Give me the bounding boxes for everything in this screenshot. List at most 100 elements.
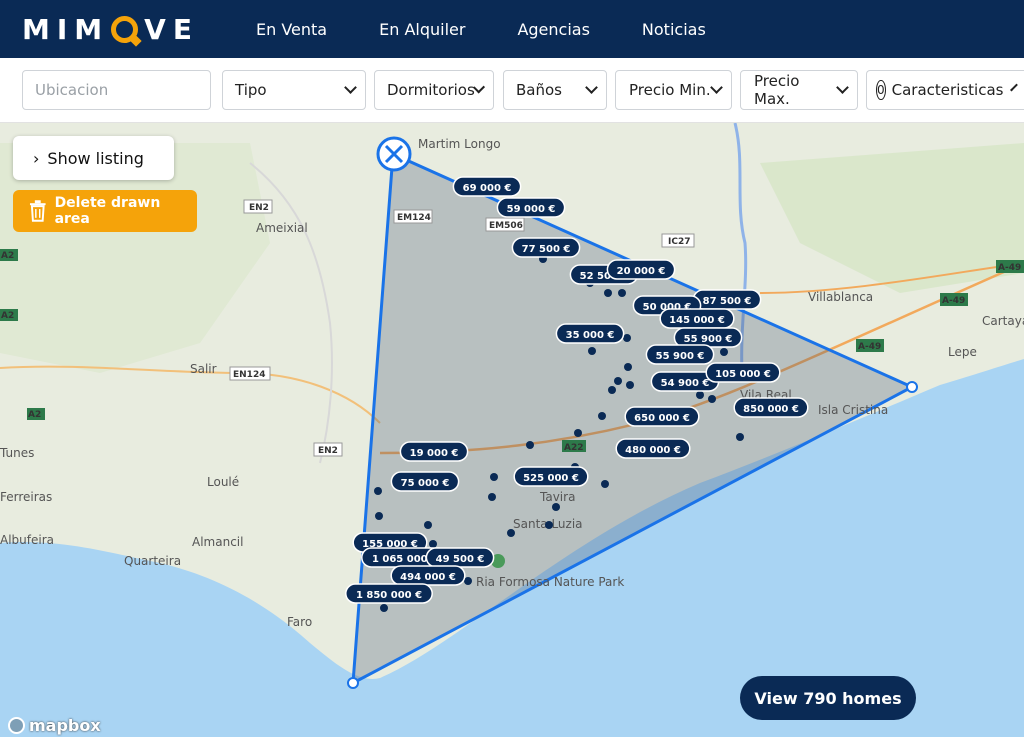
listing-dot[interactable] <box>586 279 594 287</box>
show-listing-button[interactable]: › Show listing <box>13 136 174 180</box>
place-label: Salir <box>190 362 217 376</box>
nature-park-icon <box>491 554 505 568</box>
precio-min-label: Precio Min. <box>629 81 711 99</box>
road-shield: EM506 <box>485 217 525 232</box>
polygon-vertex-handle[interactable] <box>906 381 918 393</box>
road-shield: A22 <box>562 440 586 453</box>
svg-text:EM506: EM506 <box>489 221 523 231</box>
nav-en-venta[interactable]: En Venta <box>256 20 327 39</box>
place-label: Quarteira <box>124 554 181 568</box>
listing-dot[interactable] <box>490 473 498 481</box>
road-shield: IC27 <box>661 233 695 248</box>
listing-dot[interactable] <box>539 255 547 263</box>
svg-text:EN2: EN2 <box>318 446 338 456</box>
place-label: Loulé <box>207 475 239 489</box>
chevron-right-icon: › <box>33 148 40 168</box>
tipo-select[interactable]: Tipo <box>222 70 366 110</box>
close-polygon-icon[interactable] <box>376 136 412 172</box>
listing-dot[interactable] <box>626 381 634 389</box>
svg-text:A-49: A-49 <box>998 263 1021 273</box>
mapbox-logo-icon <box>8 717 25 734</box>
svg-text:A22: A22 <box>564 443 584 453</box>
view-homes-button[interactable]: View 790 homes <box>740 676 916 720</box>
place-label: Vila Real <box>740 388 792 402</box>
listing-dot[interactable] <box>624 363 632 371</box>
mapbox-attribution-text: mapbox <box>29 716 101 735</box>
place-label: Tavira <box>539 490 575 504</box>
nav-en-alquiler[interactable]: En Alquiler <box>379 20 465 39</box>
place-label: Ferreiras <box>0 490 52 504</box>
filter-bar: Tipo Dormitorios Baños Precio Min. Preci… <box>0 58 1024 123</box>
trash-icon <box>29 200 46 222</box>
listing-dot[interactable] <box>736 433 744 441</box>
svg-text:EM124: EM124 <box>397 213 431 223</box>
listing-dot[interactable] <box>623 334 631 342</box>
listing-dot[interactable] <box>380 604 388 612</box>
listing-dot[interactable] <box>574 429 582 437</box>
place-label: Ria Formosa Nature Park <box>476 575 624 589</box>
listing-dot[interactable] <box>696 391 704 399</box>
road-shield: A2 <box>27 408 45 420</box>
listing-dot[interactable] <box>429 540 437 548</box>
logo-o-pin-icon <box>111 15 139 43</box>
listing-dot[interactable] <box>488 493 496 501</box>
place-label: Tunes <box>0 446 34 460</box>
precio-max-select[interactable]: Precio Max. <box>740 70 858 110</box>
listing-dot[interactable] <box>545 521 553 529</box>
listing-dot[interactable] <box>552 503 560 511</box>
listing-dot[interactable] <box>598 412 606 420</box>
listing-dot[interactable] <box>604 289 612 297</box>
chevron-down-icon <box>585 81 598 94</box>
location-input[interactable] <box>35 81 200 99</box>
banos-label: Baños <box>516 81 562 99</box>
listing-dot[interactable] <box>374 487 382 495</box>
listing-dot[interactable] <box>571 463 579 471</box>
mimove-logo[interactable]: MIM VE <box>22 12 199 46</box>
listing-dot[interactable] <box>708 395 716 403</box>
logo-text-right: VE <box>144 12 199 46</box>
svg-text:A2: A2 <box>1 251 14 261</box>
listing-dot[interactable] <box>636 297 644 305</box>
caracteristicas-count-badge: 0 <box>876 80 886 100</box>
listing-dot[interactable] <box>614 377 622 385</box>
place-label: Lepe <box>948 345 977 359</box>
dormitorios-select[interactable]: Dormitorios <box>374 70 494 110</box>
chevron-down-icon <box>710 81 723 94</box>
listing-dot[interactable] <box>375 512 383 520</box>
road-shield: A-49 <box>940 293 968 306</box>
show-listing-label: Show listing <box>47 148 144 168</box>
nav-noticias[interactable]: Noticias <box>642 20 706 39</box>
svg-text:EN2: EN2 <box>249 203 269 213</box>
place-label: Martim Longo <box>418 137 501 151</box>
svg-text:IC27: IC27 <box>668 237 690 247</box>
listing-dot[interactable] <box>526 441 534 449</box>
road-shield: A-49 <box>856 339 884 352</box>
tipo-label: Tipo <box>235 81 267 99</box>
listing-dot[interactable] <box>608 386 616 394</box>
listing-dot[interactable] <box>618 289 626 297</box>
listing-dot[interactable] <box>720 348 728 356</box>
delete-drawn-area-button[interactable]: Delete drawn area <box>13 190 197 232</box>
place-label: Ameixial <box>256 221 308 235</box>
caracteristicas-select[interactable]: 0 Caracteristicas <box>866 70 1024 110</box>
listing-dot[interactable] <box>601 480 609 488</box>
listing-dot[interactable] <box>424 521 432 529</box>
place-label: Isla Cristina <box>818 403 888 417</box>
svg-text:A2: A2 <box>28 410 41 420</box>
nav-links: En Venta En Alquiler Agencias Noticias <box>256 0 758 58</box>
listing-dot[interactable] <box>507 529 515 537</box>
svg-text:A2: A2 <box>1 311 14 321</box>
caracteristicas-label: Caracteristicas <box>891 81 1004 99</box>
road-shield: A-49 <box>996 260 1024 273</box>
listing-dot[interactable] <box>464 577 472 585</box>
delete-drawn-area-label: Delete drawn area <box>54 195 161 227</box>
road-shield: A2 <box>0 309 18 321</box>
location-field[interactable] <box>22 70 211 110</box>
road-shield: EM124 <box>393 209 433 224</box>
listing-dot[interactable] <box>588 347 596 355</box>
mapbox-attribution[interactable]: mapbox <box>8 716 101 735</box>
polygon-vertex-handle[interactable] <box>347 677 359 689</box>
nav-agencias[interactable]: Agencias <box>517 20 589 39</box>
banos-select[interactable]: Baños <box>503 70 607 110</box>
precio-min-select[interactable]: Precio Min. <box>615 70 732 110</box>
